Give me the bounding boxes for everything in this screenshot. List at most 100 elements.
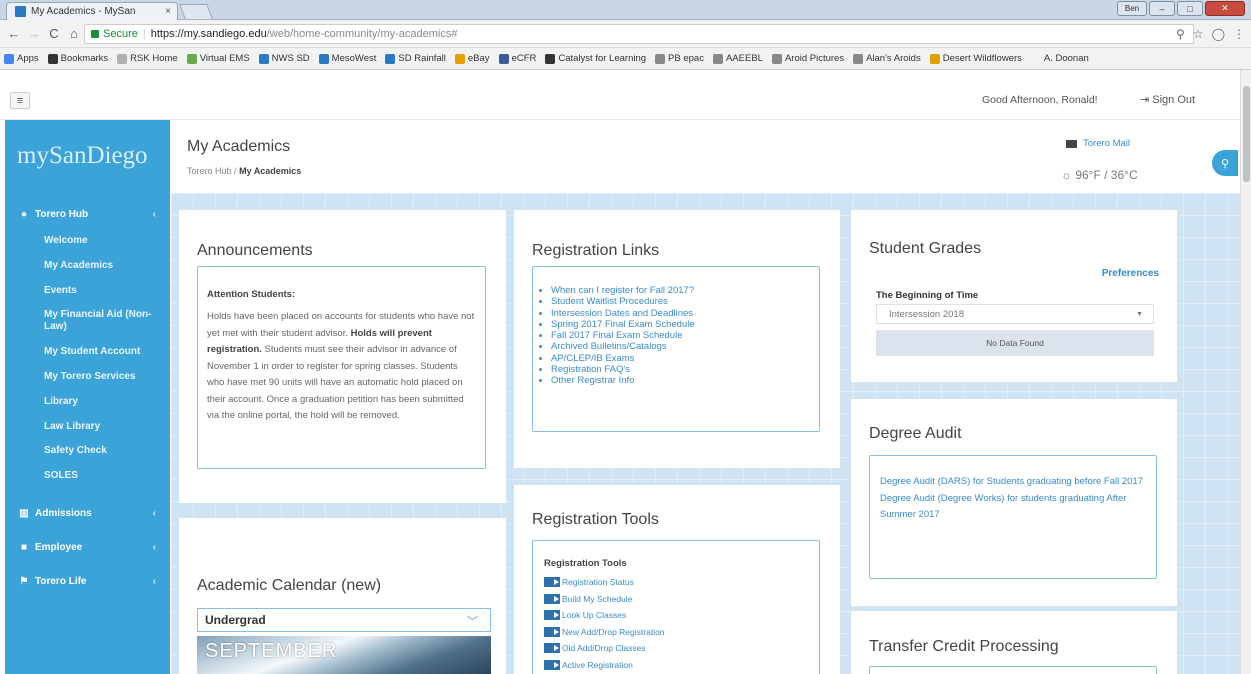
page-scrollbar[interactable] <box>1240 70 1251 674</box>
calendar-program-select[interactable]: Undergrad ﹀ <box>197 608 491 632</box>
registration-link[interactable]: Student Waitlist Procedures <box>551 296 695 307</box>
registration-tool-link[interactable]: New Add/Drop Registration <box>544 626 665 637</box>
degree-audit-links: Degree Audit (DARS) for Students graduat… <box>880 474 1150 524</box>
term-select[interactable]: Intersession 2018 ▼ <box>876 304 1154 324</box>
registration-link[interactable]: Other Registrar Info <box>551 375 695 386</box>
forward-icon[interactable]: → <box>24 26 44 41</box>
bookmark-favicon-icon <box>186 53 197 64</box>
sidebar-item-financial-aid[interactable]: My Financial Aid (Non-Law) <box>44 309 166 333</box>
bookmark-item[interactable]: eBay <box>454 53 490 64</box>
chevron-down-icon: ﹀ <box>467 616 478 628</box>
back-icon[interactable]: ← <box>4 26 24 41</box>
registration-link[interactable]: Fall 2017 Final Exam Schedule <box>551 330 695 341</box>
torero-mail-link[interactable]: Torero Mail <box>1066 138 1130 149</box>
degree-audit-title: Degree Audit <box>869 425 962 442</box>
registration-link[interactable]: When can I register for Fall 2017? <box>551 285 695 296</box>
degree-audit-degreeworks-link[interactable]: Degree Audit (Degree Works) for students… <box>880 491 1150 524</box>
registration-tool-link[interactable]: Build My Schedule <box>544 593 632 604</box>
zoom-icon[interactable]: ⚲ <box>1176 27 1185 41</box>
sidebar-item-welcome[interactable]: Welcome <box>44 235 166 247</box>
bookmark-favicon-icon <box>545 53 556 64</box>
bookmark-item[interactable]: Aroid Pictures <box>771 53 844 64</box>
breadcrumb-separator: / <box>234 166 237 176</box>
extension-icon[interactable]: ◯ <box>1212 27 1225 41</box>
sidebar-section-torero-life[interactable]: ⚑ Torero Life ‹ <box>5 572 170 590</box>
registration-link[interactable]: Archived Bulletins/Catalogs <box>551 341 695 352</box>
sidebar-section-employee[interactable]: ■ Employee ‹ <box>5 538 170 556</box>
registration-tool-link[interactable]: Look Up Classes <box>544 610 626 620</box>
sign-out-link[interactable]: ⇥ Sign Out <box>1140 93 1195 106</box>
bookmark-favicon-icon <box>454 53 465 64</box>
menu-toggle-icon[interactable]: ≡ <box>10 92 30 109</box>
arrow-folder-icon <box>544 659 560 670</box>
student-grades-card: Student Grades Preferences The Beginning… <box>851 210 1177 382</box>
bookmark-item[interactable]: AAEEBL <box>712 53 763 64</box>
window-controls: Ben – □ ✕ <box>1117 1 1245 16</box>
briefcase-icon: ■ <box>20 541 28 553</box>
sidebar-item-torero-services[interactable]: My Torero Services <box>44 371 166 383</box>
breadcrumb-parent[interactable]: Torero Hub <box>187 166 232 176</box>
bookmark-item[interactable]: MesoWest <box>318 53 376 64</box>
bookmark-item[interactable]: Alan's Aroids <box>853 53 921 64</box>
sidebar-item-library[interactable]: Library <box>44 396 166 408</box>
degree-audit-box: Degree Audit (DARS) for Students graduat… <box>869 455 1157 579</box>
bookmark-item[interactable]: A. Doonan <box>1030 53 1089 64</box>
bookmark-item[interactable]: RSK Home <box>117 53 178 64</box>
maximize-icon[interactable]: □ <box>1177 1 1203 16</box>
window-close-icon[interactable]: ✕ <box>1205 1 1245 16</box>
browser-tab[interactable]: My Academics - MySan × <box>6 2 178 20</box>
minimize-icon[interactable]: – <box>1149 1 1175 16</box>
bookmark-star-icon[interactable]: ☆ <box>1193 27 1204 41</box>
announcements-title: Announcements <box>197 242 313 259</box>
bookmark-item[interactable]: Bookmarks <box>47 53 108 64</box>
registration-link[interactable]: Spring 2017 Final Exam Schedule <box>551 319 695 330</box>
new-tab-button[interactable] <box>179 4 213 19</box>
bookmark-item[interactable]: Catalyst for Learning <box>545 53 646 64</box>
menu-dots-icon[interactable]: ⋮ <box>1233 27 1245 41</box>
announcement-heading: Attention Students: <box>207 289 296 300</box>
sidebar-section-admissions[interactable]: ▥ Admissions ‹ <box>5 504 170 522</box>
home-icon[interactable]: ⌂ <box>64 26 84 41</box>
help-tab-button[interactable]: ⚲ <box>1212 150 1238 176</box>
chevron-left-icon: ‹ <box>152 208 156 220</box>
registration-link[interactable]: Intersession Dates and Deadlines <box>551 308 695 319</box>
calendar-month-label: SEPTEMBER <box>205 640 338 662</box>
profile-badge[interactable]: Ben <box>1117 1 1147 16</box>
location-pin-icon: ● <box>20 208 28 220</box>
bookmark-item[interactable]: SD Rainfall <box>385 53 446 64</box>
sidebar-item-events[interactable]: Events <box>44 285 166 297</box>
registration-link[interactable]: AP/CLEP/IB Exams <box>551 353 695 364</box>
preferences-link[interactable]: Preferences <box>1102 268 1159 279</box>
reload-icon[interactable]: C <box>44 26 64 41</box>
sidebar-item-soles[interactable]: SOLES <box>44 470 166 482</box>
secure-indicator[interactable]: Secure <box>91 28 138 40</box>
sidebar-item-my-academics[interactable]: My Academics <box>44 260 166 272</box>
bookmark-item[interactable]: Apps <box>4 53 39 64</box>
bookmark-item[interactable]: Desert Wildflowers <box>929 53 1022 64</box>
sidebar-item-student-account[interactable]: My Student Account <box>44 346 166 358</box>
degree-audit-dars-link[interactable]: Degree Audit (DARS) for Students graduat… <box>880 474 1150 491</box>
registration-link[interactable]: Registration FAQ's <box>551 364 695 375</box>
scrollbar-thumb[interactable] <box>1243 86 1250 182</box>
term-label: The Beginning of Time <box>876 290 979 301</box>
bookmark-item[interactable]: NWS SD <box>258 53 310 64</box>
user-greeting: Good Afternoon, Ronald! <box>982 94 1098 106</box>
bookmark-item[interactable]: Virtual EMS <box>186 53 250 64</box>
bookmarks-bar: Apps Bookmarks RSK Home Virtual EMS NWS SD Me… <box>0 48 1251 70</box>
sidebar-section-torero-hub[interactable]: ● Torero Hub ‹ <box>5 205 170 223</box>
bookmark-item[interactable]: PB epac <box>655 53 704 64</box>
registration-tool-link[interactable]: Active Registration <box>544 659 633 670</box>
sign-out-icon: ⇥ <box>1140 94 1153 106</box>
bookmark-favicon-icon <box>1030 53 1041 64</box>
sidebar-item-law-library[interactable]: Law Library <box>44 421 166 433</box>
registration-tool-link[interactable]: Old Add/Drop Classes <box>544 643 646 653</box>
tab-close-icon[interactable]: × <box>165 6 171 17</box>
sidebar-item-safety-check[interactable]: Safety Check <box>44 445 166 457</box>
bookmark-favicon-icon <box>385 53 396 64</box>
url-field[interactable]: Secure | https://my.sandiego.edu/web/hom… <box>84 24 1194 44</box>
url-host: https://my.sandiego.edu <box>150 28 267 40</box>
site-logo[interactable]: mySanDiego <box>17 142 148 170</box>
bookmark-item[interactable]: eCFR <box>498 53 536 64</box>
registration-tool-link[interactable]: Registration Status <box>544 577 634 587</box>
bookmark-favicon-icon <box>853 53 864 64</box>
